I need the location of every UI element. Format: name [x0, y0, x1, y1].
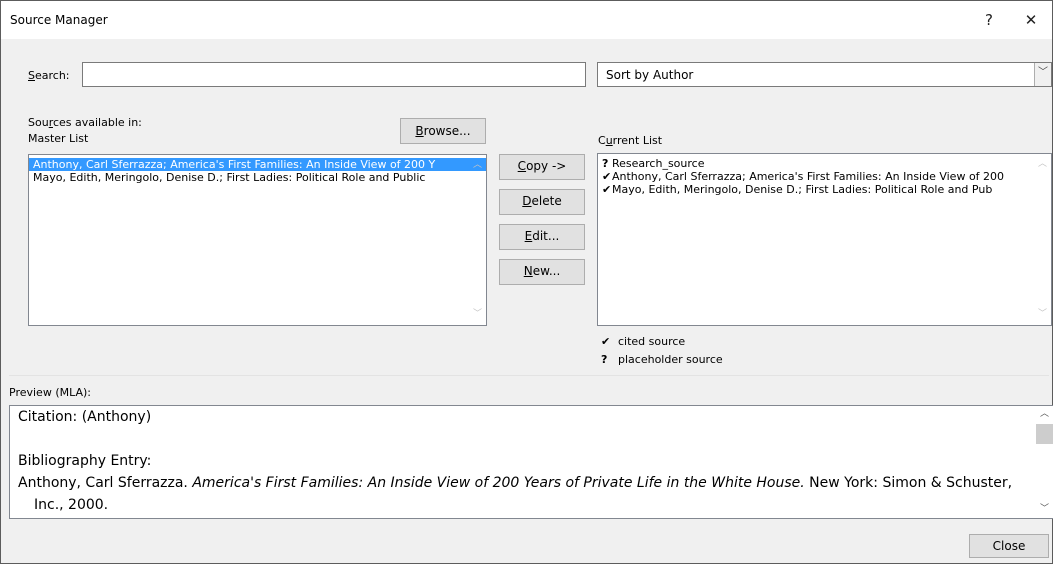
checkmark-icon: ✔	[601, 335, 611, 348]
preview-label: Preview (MLA):	[9, 386, 92, 399]
scroll-thumb[interactable]	[1036, 424, 1053, 444]
current-list[interactable]: ? Research_source ✔Anthony, Carl Sferrazz…	[597, 153, 1052, 326]
master-scrollbar[interactable]: ︿ ﹀	[469, 155, 486, 325]
placeholder-mark-icon: ?	[601, 353, 608, 366]
window-title: Source Manager	[10, 13, 108, 27]
scroll-up-icon[interactable]: ︿	[1036, 406, 1053, 423]
preview-pane[interactable]: Citation: (Anthony) Bibliography Entry: …	[9, 405, 1053, 519]
search-label: Search:	[28, 69, 70, 82]
close-icon[interactable]: ✕	[1015, 9, 1047, 31]
cited-legend: ✔ cited source	[601, 335, 686, 348]
help-icon[interactable]: ?	[973, 9, 1005, 31]
citation-text: Citation: (Anthony)	[18, 409, 152, 425]
bibliography-entry-cont: Inc., 2000.	[34, 497, 109, 513]
search-input[interactable]	[82, 62, 586, 87]
edit-button[interactable]: Edit...	[499, 224, 585, 250]
placeholder-mark-icon: ?	[602, 157, 609, 170]
chevron-down-icon[interactable]: ﹀	[1034, 63, 1051, 86]
checkmark-icon: ✔	[602, 183, 612, 196]
bibliography-label: Bibliography Entry:	[18, 453, 152, 469]
close-button[interactable]: Close	[969, 534, 1049, 558]
sort-selected: Sort by Author	[606, 68, 694, 82]
sources-available-label: Sources available in:	[28, 116, 142, 129]
master-list-item[interactable]: Anthony, Carl Sferrazza; America's First…	[29, 158, 486, 171]
current-list-item[interactable]: ✔Anthony, Carl Sferrazza; America's Firs…	[598, 170, 1051, 183]
divider	[9, 375, 1049, 376]
current-list-item[interactable]: ✔Mayo, Edith, Meringolo, Denise D.; Firs…	[598, 183, 1051, 196]
bibliography-entry: Anthony, Carl Sferrazza. America's First…	[18, 475, 1013, 491]
master-list-item[interactable]: Mayo, Edith, Meringolo, Denise D.; First…	[29, 171, 486, 184]
master-list[interactable]: Anthony, Carl Sferrazza; America's First…	[28, 154, 487, 326]
placeholder-legend: ? placeholder source	[601, 353, 723, 366]
new-button[interactable]: New...	[499, 259, 585, 285]
scroll-down-icon[interactable]: ﹀	[1036, 501, 1053, 518]
current-list-label: Current List	[598, 134, 663, 147]
source-manager-dialog: Source Manager ? ✕ Search: Sort by Autho…	[0, 0, 1053, 564]
master-list-label: Master List	[28, 132, 89, 145]
copy-button[interactable]: Copy ->	[499, 154, 585, 180]
browse-button[interactable]: Browse...	[400, 118, 486, 144]
delete-button[interactable]: Delete	[499, 189, 585, 215]
checkmark-icon: ✔	[602, 170, 612, 183]
title-bar: Source Manager ? ✕	[1, 1, 1052, 39]
scroll-up-icon[interactable]: ︿	[1034, 156, 1051, 173]
current-list-item[interactable]: ? Research_source	[598, 157, 1051, 170]
scroll-down-icon[interactable]: ﹀	[469, 306, 486, 323]
scroll-up-icon[interactable]: ︿	[469, 157, 486, 174]
current-scrollbar[interactable]: ︿ ﹀	[1034, 154, 1051, 325]
preview-scrollbar[interactable]: ︿ ﹀	[1036, 406, 1053, 518]
scroll-down-icon[interactable]: ﹀	[1034, 306, 1051, 323]
sort-dropdown[interactable]: Sort by Author ﹀	[597, 62, 1052, 87]
